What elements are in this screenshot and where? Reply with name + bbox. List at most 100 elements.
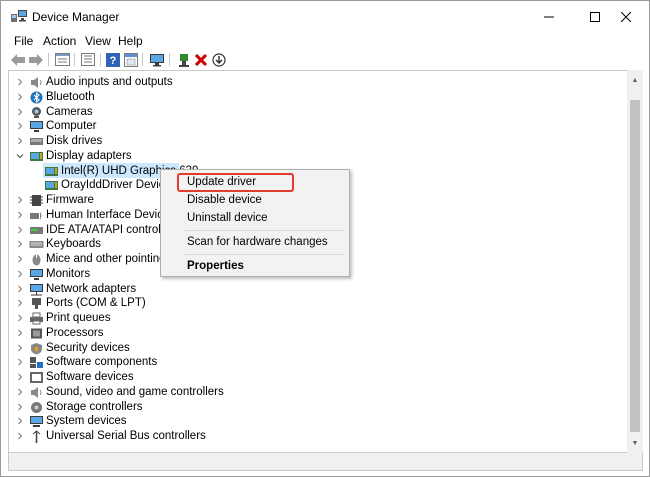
tree-category-item[interactable]: System devices [9,414,627,429]
toolbar: ? [1,51,649,68]
context-menu: Update driver Disable device Uninstall d… [160,169,350,277]
tree-category-item[interactable]: Processors [9,326,627,341]
chevron-right-icon[interactable] [15,343,25,353]
chevron-right-icon[interactable] [15,269,25,279]
scan-hardware-icon [150,53,164,66]
tree-item-label: Computer [46,120,97,133]
chevron-right-icon[interactable] [15,121,25,131]
software-component-icon [29,356,44,369]
tree-category-item[interactable]: Universal Serial Bus controllers [9,429,627,444]
show-hide-console-tree-button[interactable] [80,52,96,67]
scroll-up-icon[interactable]: ▲ [631,76,639,84]
tree-item-label: System devices [46,415,127,428]
menu-action[interactable]: Action [43,34,76,48]
help-button[interactable]: ? [105,52,121,67]
tree-item-label: Disk drives [46,135,103,147]
device-manager-window: Device Manager File Action View Help ? A… [0,0,650,477]
properties-button[interactable] [54,52,70,67]
processor-icon [29,327,44,340]
tree-category-item[interactable]: Security devices [9,341,627,356]
chevron-right-icon[interactable] [15,387,25,397]
tree-category-item[interactable]: Storage controllers [9,400,627,415]
back-button[interactable] [10,52,26,67]
properties-sheet-button[interactable] [123,52,139,67]
uninstall-device-button[interactable] [193,52,209,67]
scroll-down-icon[interactable]: ▼ [631,439,639,447]
menu-bar: File Action View Help [1,32,649,51]
tree-item-label: Processors [46,326,104,339]
tree-category-item[interactable]: Computer [9,119,627,134]
update-driver-button[interactable] [176,52,192,67]
show-hide-console-tree-icon [81,53,95,66]
context-menu-separator [185,254,345,255]
usb-icon [29,430,44,443]
chevron-right-icon[interactable] [15,254,25,264]
tree-item-label: OrayIddDriver Device [61,179,171,192]
scrollbar-thumb[interactable] [630,100,640,432]
display-adapter-icon [29,150,44,163]
tree-item-label: Software devices [46,371,134,383]
tree-item-label: Security devices [46,341,130,354]
help-icon: ? [106,52,120,67]
software-device-icon [29,371,44,384]
scan-hardware-button[interactable] [149,52,165,67]
tree-category-item[interactable]: Disk drives [9,134,627,149]
chevron-right-icon[interactable] [15,239,25,249]
tree-category-item[interactable]: Print queues [9,311,627,326]
hid-icon [29,209,44,222]
chevron-right-icon[interactable] [15,107,25,117]
chevron-right-icon[interactable] [15,313,25,323]
device-manager-app-icon [11,10,27,22]
context-menu-update-driver[interactable]: Update driver [187,176,256,188]
tree-category-item[interactable]: Display adapters [9,149,627,164]
context-menu-uninstall-device[interactable]: Uninstall device [187,212,268,224]
tree-category-item[interactable]: Ports (COM & LPT) [9,296,627,311]
tree-item-label: Cameras [46,105,93,118]
chevron-down-icon[interactable] [15,151,25,161]
chevron-right-icon[interactable] [15,284,25,294]
chevron-right-icon[interactable] [15,431,25,441]
forward-button[interactable] [28,52,44,67]
network-adapter-icon [29,283,44,296]
context-menu-properties[interactable]: Properties [187,260,244,272]
chevron-right-icon[interactable] [15,77,25,87]
close-button[interactable] [603,1,649,32]
chevron-right-icon[interactable] [15,210,25,220]
chevron-right-icon[interactable] [15,225,25,235]
chevron-right-icon[interactable] [15,372,25,382]
chevron-right-icon[interactable] [15,195,25,205]
chevron-right-icon[interactable] [15,92,25,102]
chevron-right-icon[interactable] [15,136,25,146]
tree-category-item[interactable]: Software devices [9,370,627,385]
system-device-icon [29,415,44,428]
minimize-button[interactable] [526,1,572,32]
menu-view[interactable]: View [85,34,111,48]
tree-category-item[interactable]: Network adapters [9,282,627,297]
context-menu-disable-device[interactable]: Disable device [187,194,262,206]
tree-category-item[interactable]: Sound, video and game controllers [9,385,627,400]
menu-file[interactable]: File [14,34,33,48]
chevron-right-icon[interactable] [15,298,25,308]
uninstall-device-icon [195,53,207,66]
download-driver-icon [212,52,226,67]
tree-item-label: Software components [46,356,158,369]
tree-category-item[interactable]: Software components [9,355,627,370]
download-driver-button[interactable] [211,52,227,67]
mouse-icon [29,253,44,266]
tree-category-item[interactable]: Bluetooth [9,90,627,105]
menu-help[interactable]: Help [118,34,143,48]
tree-category-item[interactable]: Audio inputs and outputs [9,75,627,90]
status-bar [8,453,643,471]
forward-arrow-icon [29,53,43,66]
speaker-icon [29,76,44,89]
chevron-right-icon[interactable] [15,357,25,367]
vertical-scrollbar[interactable]: ▲ ▼ [627,70,643,453]
tree-category-item[interactable]: Cameras [9,105,627,120]
context-menu-scan-hardware[interactable]: Scan for hardware changes [187,236,328,248]
tree-item-label: Keyboards [46,238,101,251]
display-adapter-icon [44,165,59,178]
tree-item-label: Monitors [46,267,91,280]
chevron-right-icon[interactable] [15,328,25,338]
chevron-right-icon[interactable] [15,416,25,426]
chevron-right-icon[interactable] [15,402,25,412]
